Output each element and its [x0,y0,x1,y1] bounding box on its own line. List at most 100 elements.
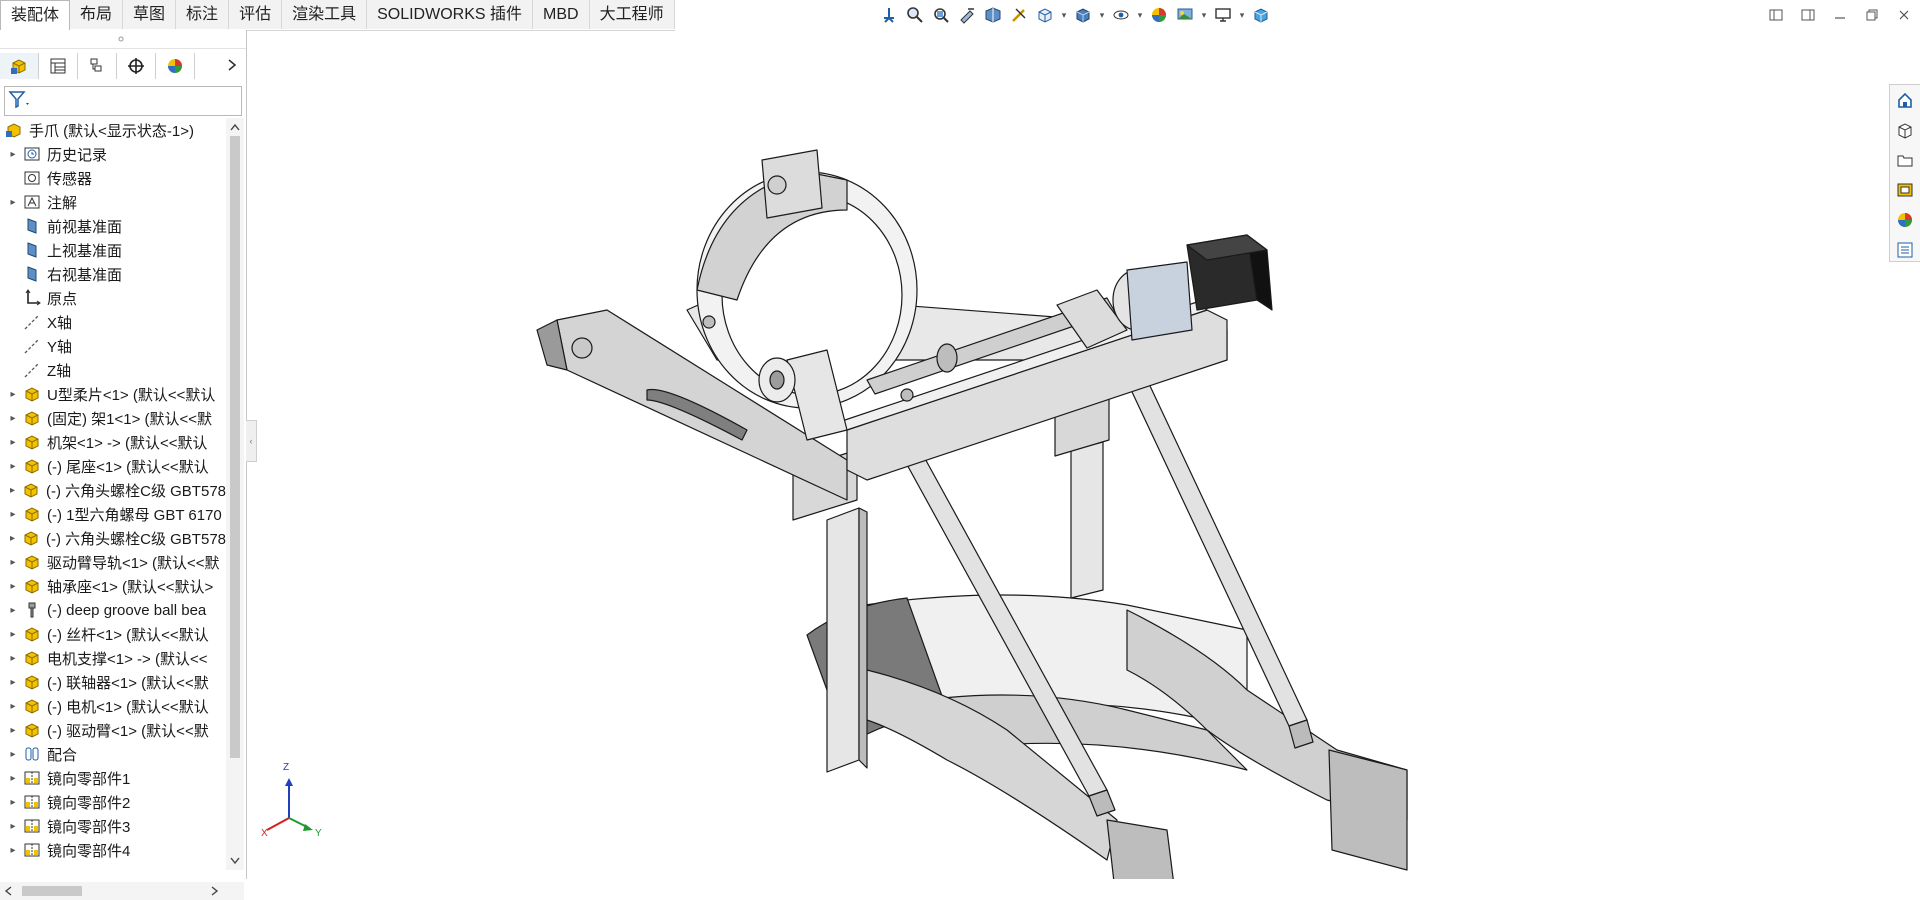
tab-engineer[interactable]: 大工程师 [589,0,675,29]
restore-icon[interactable] [1856,4,1888,26]
tree-item[interactable]: ▸ 镜向零部件2 [0,790,226,814]
expand-arrow-icon[interactable]: ▸ [8,605,18,616]
tree-item[interactable]: ▸ U型柔片<1> (默认<<默认 [0,382,226,406]
view-settings-icon[interactable] [1212,4,1234,26]
display-manager-tab-icon[interactable] [156,53,195,79]
configuration-manager-tab-icon[interactable] [78,53,117,79]
tile-left-icon[interactable] [1760,4,1792,26]
expand-arrow-icon[interactable]: ▸ [8,389,18,400]
expand-arrow-icon[interactable]: ▸ [8,413,18,424]
tree-item[interactable]: ▸ 注解 [0,190,226,214]
zoom-to-area-icon[interactable] [930,4,952,26]
tree-item[interactable]: ▸ 驱动臂导轨<1> (默认<<默 [0,550,226,574]
tree-item[interactable]: ▸ (-) 联轴器<1> (默认<<默 [0,670,226,694]
tree-item[interactable]: ▸ 轴承座<1> (默认<<默认> [0,574,226,598]
tree-item[interactable]: Z轴 [0,358,226,382]
expand-arrow-icon[interactable]: ▸ [8,581,18,592]
tree-item[interactable]: ▸ 配合 [0,742,226,766]
tab-evaluate[interactable]: 评估 [229,0,283,29]
tree-item[interactable]: ▸ 镜向零部件4 [0,838,226,862]
expand-arrow-icon[interactable]: ▸ [8,197,18,208]
tree-item[interactable]: ▸ (-) 丝杆<1> (默认<<默认 [0,622,226,646]
design-library-icon[interactable] [1890,115,1920,145]
appearances-icon[interactable] [1890,205,1920,235]
chevron-down-icon[interactable]: ▾ [1200,10,1208,21]
tree-filter-input[interactable] [4,86,242,116]
previous-view-icon[interactable] [956,4,978,26]
tree-item[interactable]: 上视基准面 [0,238,226,262]
scrollbar-thumb[interactable] [230,136,240,758]
chevron-right-icon[interactable] [224,54,240,76]
tree-vertical-scrollbar[interactable] [226,118,244,870]
custom-properties-icon[interactable] [1890,235,1920,265]
expand-arrow-icon[interactable]: ▸ [8,821,18,832]
view-palette-icon[interactable] [1890,175,1920,205]
close-icon[interactable] [1888,4,1920,26]
display-style-icon[interactable] [1072,4,1094,26]
expand-arrow-icon[interactable]: ▸ [8,437,18,448]
expand-arrow-icon[interactable]: ▸ [8,653,18,664]
3d-view-icon[interactable] [1250,4,1272,26]
tab-mbd[interactable]: MBD [533,0,590,29]
expand-arrow-icon[interactable]: ▸ [8,677,18,688]
expand-arrow-icon[interactable]: ▸ [8,845,18,856]
home-icon[interactable] [1890,85,1920,115]
hide-show-items-icon[interactable] [1110,4,1132,26]
tree-item[interactable]: ▸ (-) 驱动臂<1> (默认<<默 [0,718,226,742]
tab-render-tools[interactable]: 渲染工具 [282,0,368,29]
tree-item[interactable]: ▸ (固定) 架1<1> (默认<<默 [0,406,226,430]
tree-item[interactable]: ▸ 电机支撑<1> -> (默认<< [0,646,226,670]
tree-item[interactable]: ▸ 镜向零部件1 [0,766,226,790]
tab-solidworks-addins[interactable]: SOLIDWORKS 插件 [367,0,534,29]
graphics-area[interactable]: Z X Y [247,30,1867,900]
view-orientation-icon[interactable] [878,4,900,26]
tree-horizontal-scrollbar[interactable] [0,882,244,900]
expand-arrow-icon[interactable]: ▸ [8,797,18,808]
expand-arrow-icon[interactable]: ▸ [8,461,18,472]
tree-item[interactable]: 右视基准面 [0,262,226,286]
minimize-icon[interactable] [1824,4,1856,26]
expand-arrow-icon[interactable]: ▸ [8,701,18,712]
expand-arrow-icon[interactable]: ▸ [8,533,17,544]
tree-item[interactable]: ▸ (-) 电机<1> (默认<<默认 [0,694,226,718]
tab-layout[interactable]: 布局 [70,0,124,29]
chevron-down-icon[interactable]: ▾ [1238,10,1246,21]
tree-root-assembly[interactable]: 手爪 (默认<显示状态-1>) [0,118,226,142]
tree-item[interactable]: Y轴 [0,334,226,358]
tree-item[interactable]: ▸ 镜向零部件3 [0,814,226,838]
tree-item[interactable]: ▸ (-) 尾座<1> (默认<<默认 [0,454,226,478]
property-manager-tab-icon[interactable] [39,53,78,79]
panel-grip[interactable] [0,30,246,49]
tree-item[interactable]: ▸ (-) 六角头螺栓C级 GBT578 [0,478,226,502]
zoom-to-fit-icon[interactable] [904,4,926,26]
tree-item[interactable]: ▸ (-) deep groove ball bea [0,598,226,622]
expand-arrow-icon[interactable]: ▸ [8,629,18,640]
expand-arrow-icon[interactable]: ▸ [8,509,18,520]
tree-item[interactable]: X轴 [0,310,226,334]
tab-markup[interactable]: 标注 [176,0,230,29]
tree-item[interactable]: 前视基准面 [0,214,226,238]
feature-manager-tab-icon[interactable] [0,53,39,79]
gripper-assembly-model[interactable] [247,30,1867,900]
view-orientation-cube-icon[interactable] [1034,4,1056,26]
chevron-down-icon[interactable]: ▾ [1136,10,1144,21]
scrollbar-thumb[interactable] [22,886,82,896]
file-explorer-icon[interactable] [1890,145,1920,175]
tile-right-icon[interactable] [1792,4,1824,26]
tab-sketch[interactable]: 草图 [123,0,177,29]
expand-arrow-icon[interactable]: ▸ [8,149,18,160]
dimxpert-manager-tab-icon[interactable] [117,53,156,79]
expand-arrow-icon[interactable]: ▸ [8,749,18,760]
apply-scene-icon[interactable] [1174,4,1196,26]
expand-arrow-icon[interactable]: ▸ [8,557,18,568]
tree-item[interactable]: ▸ (-) 六角头螺栓C级 GBT578 [0,526,226,550]
chevron-down-icon[interactable]: ▾ [1098,10,1106,21]
section-view-icon[interactable] [982,4,1004,26]
tree-item[interactable]: ▸ 机架<1> -> (默认<<默认 [0,430,226,454]
expand-arrow-icon[interactable]: ▸ [8,725,18,736]
tree-item[interactable]: 原点 [0,286,226,310]
edit-appearance-icon[interactable] [1148,4,1170,26]
tab-assembly[interactable]: 装配体 [0,0,71,31]
tree-item[interactable]: ▸ (-) 1型六角螺母 GBT 6170 [0,502,226,526]
chevron-down-icon[interactable]: ▾ [1060,10,1068,21]
